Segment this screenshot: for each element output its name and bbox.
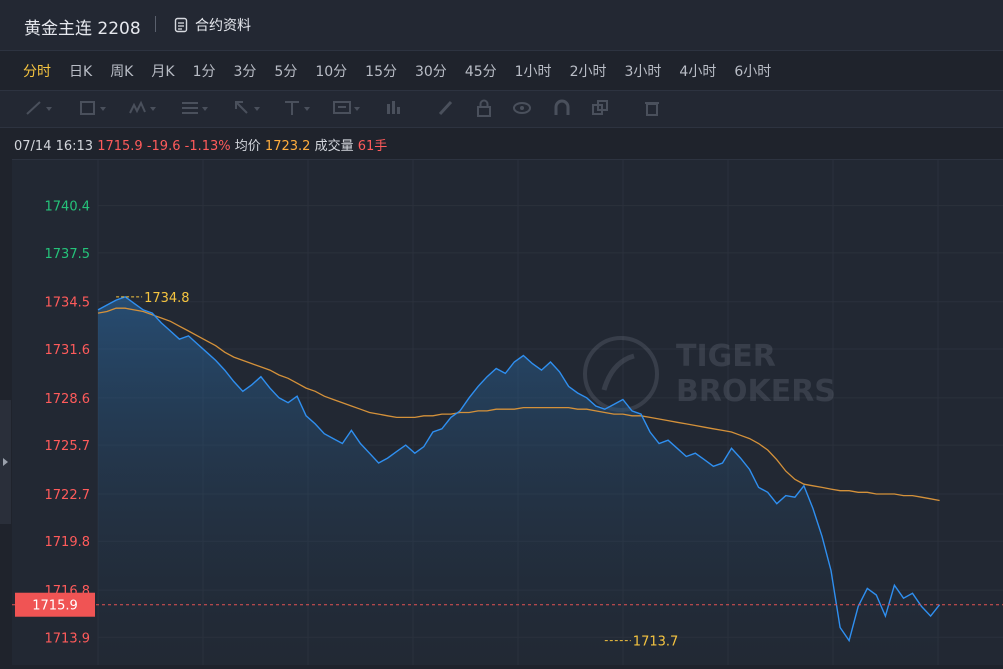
- quote-change: -19.6: [146, 139, 181, 154]
- trash-icon[interactable]: [642, 99, 678, 119]
- plot-area: 1715.9 1734.8 1713.7: [12, 291, 1003, 665]
- arrow-tool-icon[interactable]: [232, 99, 268, 119]
- y-tick-label: 1731.6: [45, 343, 91, 358]
- document-icon: [174, 17, 188, 33]
- lock-icon[interactable]: [474, 99, 510, 119]
- period-tab[interactable]: 1小时: [506, 52, 561, 86]
- y-tick-label: 1719.8: [45, 535, 91, 550]
- contract-info-link[interactable]: 合约资料: [173, 15, 251, 35]
- quote-price: 1715.9: [97, 139, 143, 154]
- y-tick-label: 1725.7: [45, 439, 91, 454]
- period-tab[interactable]: 分时: [14, 52, 60, 86]
- volume-label: 成交量: [314, 139, 354, 154]
- y-tick-label: 1728.6: [45, 392, 91, 407]
- contract-info-label: 合约资料: [195, 18, 251, 34]
- period-tab[interactable]: 周K: [101, 52, 142, 86]
- period-tab[interactable]: 日K: [60, 52, 101, 86]
- y-tick-label: 1734.5: [45, 296, 91, 311]
- magnet-icon[interactable]: [552, 99, 588, 119]
- watermark-line1: TIGER: [676, 339, 776, 374]
- fib-tool-icon[interactable]: [180, 99, 216, 119]
- period-tab[interactable]: 3小时: [615, 52, 670, 86]
- title-separator: [155, 16, 156, 32]
- y-tick-label: 1722.7: [45, 488, 91, 503]
- low-price-label: 1713.7: [633, 635, 679, 650]
- period-tabs: 分时 日K 周K 月K 1分 3分 5分 10分 15分 30分 45分 1小时 2小时 3小时 4小时 6小…: [14, 52, 780, 86]
- period-tab[interactable]: 3分: [224, 52, 265, 86]
- period-tab[interactable]: 6小时: [725, 52, 780, 86]
- period-tab[interactable]: 4小时: [670, 52, 725, 86]
- line-tool-icon[interactable]: [24, 99, 60, 119]
- sidebar-toggle[interactable]: [0, 400, 11, 524]
- quote-datetime: 07/14 16:13: [14, 139, 94, 154]
- period-tab[interactable]: 10分: [306, 52, 356, 86]
- quote-change-pct: -1.13%: [184, 139, 231, 154]
- watermark-line2: BROKERS: [676, 374, 836, 409]
- text-tool-icon[interactable]: [282, 99, 318, 119]
- copy-icon[interactable]: [590, 99, 626, 119]
- period-tab[interactable]: 45分: [456, 52, 506, 86]
- intraday-chart[interactable]: TIGER BROKERS 1740.4 1737.5 1734.5 1731.6 17…: [12, 159, 1003, 665]
- y-tick-label: 1737.5: [45, 247, 91, 262]
- y-axis: 1740.4 1737.5 1734.5 1731.6 1728.6 1725.7 1722…: [45, 200, 91, 647]
- volume-value: 61手: [357, 139, 388, 154]
- pattern-tool-icon[interactable]: [128, 99, 164, 119]
- indicator-icon[interactable]: [384, 99, 420, 119]
- chart-header: 黄金主连 2208 合约资料: [0, 0, 1003, 51]
- current-price-label: 1715.9: [32, 599, 78, 614]
- drawing-toolbar: [0, 90, 1003, 128]
- period-tab[interactable]: 5分: [265, 52, 306, 86]
- period-tab[interactable]: 1分: [184, 52, 225, 86]
- chart-svg: TIGER BROKERS 1740.41737.51734.51731.617…: [12, 160, 1003, 665]
- rectangle-tool-icon[interactable]: [78, 99, 114, 119]
- high-price-label: 1734.8: [144, 291, 190, 306]
- y-tick-label: 1713.9: [45, 631, 91, 646]
- brush-icon[interactable]: [436, 99, 472, 119]
- period-tab[interactable]: 30分: [406, 52, 456, 86]
- instrument-title: 黄金主连 2208: [24, 19, 141, 39]
- period-tab[interactable]: 月K: [142, 52, 183, 86]
- y-tick-label: 1740.4: [45, 200, 91, 215]
- period-tab[interactable]: 15分: [356, 52, 406, 86]
- expand-arrow-icon: [3, 458, 8, 466]
- avg-price-value: 1723.2: [264, 139, 311, 154]
- avg-price-label: 均价: [234, 139, 261, 154]
- eye-icon[interactable]: [512, 99, 548, 119]
- measure-tool-icon[interactable]: [332, 99, 368, 119]
- period-tab[interactable]: 2小时: [561, 52, 616, 86]
- quote-info-bar: 07/14 16:13 1715.9 -19.6 -1.13% 均价 1723.…: [14, 135, 387, 154]
